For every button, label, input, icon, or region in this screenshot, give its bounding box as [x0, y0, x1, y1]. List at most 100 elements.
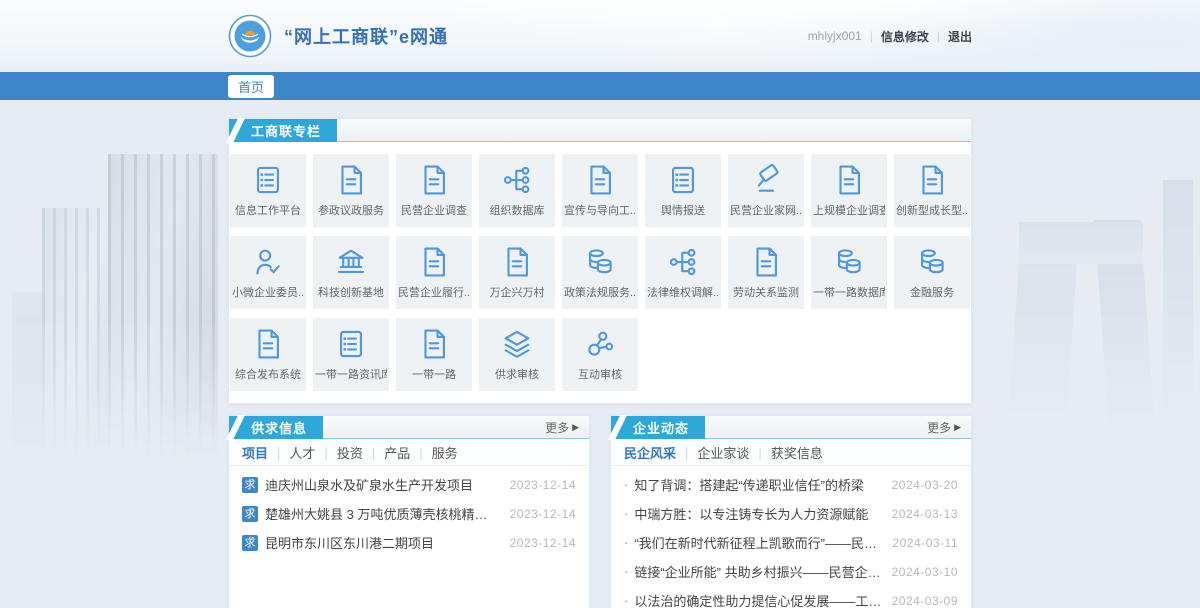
- app-card[interactable]: 民营企业履行...: [396, 236, 472, 309]
- list-item-date: 2024-03-10: [892, 565, 958, 579]
- app-card-label: 民营企业家网...: [730, 202, 802, 218]
- app-card[interactable]: 金融服务: [894, 236, 970, 309]
- panel-title-tab: 工商联专栏: [229, 119, 337, 142]
- arrow-right-icon: ▶: [572, 422, 579, 433]
- orgchart-icon: [500, 163, 534, 197]
- app-card[interactable]: 信息工作平台: [230, 154, 306, 227]
- panel-header: 供求信息 更多 ▶: [229, 416, 589, 439]
- app-card-label: 小微企业委员...: [232, 284, 304, 300]
- app-card[interactable]: 一带一路资讯库: [313, 318, 389, 391]
- app-card-label: 万企兴万村: [490, 284, 545, 300]
- bank-icon: [334, 245, 368, 279]
- app-card[interactable]: 一带一路: [396, 318, 472, 391]
- app-card[interactable]: 民营企业调查: [396, 154, 472, 227]
- more-label: 更多: [927, 419, 951, 436]
- gavel-icon: [749, 163, 783, 197]
- document-icon: [500, 245, 534, 279]
- panel-title-tab: 供求信息: [229, 416, 323, 439]
- app-card-label: 组织数据库: [490, 202, 545, 218]
- panel-title-tab: 企业动态: [611, 416, 705, 439]
- news-more-link[interactable]: 更多 ▶: [927, 419, 971, 436]
- app-card-label: 参政议政服务: [318, 202, 384, 218]
- list-document-icon: [666, 163, 700, 197]
- supply-tab-4[interactable]: 服务: [432, 443, 458, 462]
- app-card[interactable]: 法律维权调解...: [645, 236, 721, 309]
- background-skyline-image: [985, 180, 1200, 480]
- bullet-dot: ·: [624, 593, 628, 608]
- app-card[interactable]: 组织数据库: [479, 154, 555, 227]
- demand-badge: 求: [242, 535, 258, 551]
- app-card-label: 一带一路资讯库: [315, 366, 387, 382]
- supply-tab-0[interactable]: 项目: [242, 443, 268, 462]
- app-card[interactable]: 民营企业家网...: [728, 154, 804, 227]
- bullet-dot: ·: [624, 477, 628, 492]
- document-icon: [334, 163, 368, 197]
- app-card[interactable]: 参政议政服务: [313, 154, 389, 227]
- app-card[interactable]: 万企兴万村: [479, 236, 555, 309]
- profile-edit-link[interactable]: 信息修改: [881, 28, 929, 45]
- document-icon: [832, 163, 866, 197]
- site-title: “网上工商联”e网通: [284, 23, 448, 49]
- document-icon: [417, 245, 451, 279]
- list-item-date: 2023-12-14: [510, 536, 576, 550]
- supply-demand-panel: 供求信息 更多 ▶ 项目|人才|投资|产品|服务 求 迪庆州山泉水及矿泉水生产开…: [228, 415, 590, 608]
- app-card[interactable]: 上规模企业调查: [811, 154, 887, 227]
- logged-in-username: mhlyjx001: [808, 29, 862, 43]
- news-tab-2[interactable]: 获奖信息: [771, 443, 823, 462]
- app-card[interactable]: 舆情报送: [645, 154, 721, 227]
- main-navbar: 首页: [0, 72, 1200, 100]
- news-tabs: 民企风采 | 企业家谈 | 获奖信息: [611, 439, 971, 466]
- list-item-title: 链接“企业所能” 共助乡村振兴——民营企业...: [634, 562, 881, 581]
- supply-tab-3[interactable]: 产品: [384, 443, 410, 462]
- supply-list-item[interactable]: 求 楚雄州大姚县 3 万吨优质薄壳核桃精深加工及科... 2023-12-14: [229, 499, 589, 528]
- news-list-item[interactable]: · 知了背调：搭建起“传递职业信任”的桥梁 2024-03-20: [611, 470, 971, 499]
- panel-header: 工商联专栏: [229, 119, 971, 142]
- list-item-title: 楚雄州大姚县 3 万吨优质薄壳核桃精深加工及科...: [265, 504, 500, 523]
- app-card[interactable]: 综合发布系统: [230, 318, 306, 391]
- supply-tabs: 项目|人才|投资|产品|服务: [229, 439, 589, 466]
- news-list-item[interactable]: · 以法治的确定性助力提信心促发展——工商联... 2024-03-09: [611, 586, 971, 608]
- list-document-icon: [334, 327, 368, 361]
- app-card[interactable]: 劳动关系监测: [728, 236, 804, 309]
- tab-divider: |: [419, 445, 422, 460]
- supply-list-item[interactable]: 求 昆明市东川区东川港二期项目 2023-12-14: [229, 528, 589, 557]
- news-tab-1[interactable]: 企业家谈: [697, 443, 749, 462]
- app-card-label: 法律维权调解...: [647, 284, 719, 300]
- supply-tab-1[interactable]: 人才: [289, 443, 315, 462]
- nav-home-button[interactable]: 首页: [228, 75, 274, 98]
- app-card[interactable]: 供求审核: [479, 318, 555, 391]
- app-card[interactable]: 一带一路数据库: [811, 236, 887, 309]
- bullet-dot: ·: [624, 564, 628, 579]
- list-item-date: 2024-03-20: [892, 478, 958, 492]
- app-card-label: 政策法规服务...: [564, 284, 636, 300]
- supply-tab-2[interactable]: 投资: [337, 443, 363, 462]
- logout-link[interactable]: 退出: [948, 28, 972, 45]
- tab-divider: |: [685, 445, 688, 460]
- app-card-label: 供求审核: [495, 366, 539, 382]
- document-icon: [417, 163, 451, 197]
- app-card-label: 互动审核: [578, 366, 622, 382]
- supply-list-item[interactable]: 求 迪庆州山泉水及矿泉水生产开发项目 2023-12-14: [229, 470, 589, 499]
- app-card[interactable]: 政策法规服务...: [562, 236, 638, 309]
- app-card[interactable]: 互动审核: [562, 318, 638, 391]
- supply-more-link[interactable]: 更多 ▶: [545, 419, 589, 436]
- list-item-title: 以法治的确定性助力提信心促发展——工商联...: [634, 591, 881, 608]
- news-list: · 知了背调：搭建起“传递职业信任”的桥梁 2024-03-20 · 中瑞方胜：…: [611, 466, 971, 608]
- bullet-dot: ·: [624, 506, 628, 521]
- list-item-title: 迪庆州山泉水及矿泉水生产开发项目: [265, 475, 500, 494]
- app-card[interactable]: 小微企业委员...: [230, 236, 306, 309]
- app-card[interactable]: 宣传与导向工...: [562, 154, 638, 227]
- database-icon: [583, 245, 617, 279]
- news-tab-0[interactable]: 民企风采: [624, 443, 676, 462]
- news-list-item[interactable]: · 中瑞方胜：以专注铸专长为人力资源赋能 2024-03-13: [611, 499, 971, 528]
- site-header: “网上工商联”e网通 mhlyjx001 | 信息修改 | 退出: [0, 0, 1200, 72]
- document-icon: [583, 163, 617, 197]
- enterprise-news-panel: 企业动态 更多 ▶ 民企风采 | 企业家谈 | 获奖信息 · 知了背调：搭建起“传递职业…: [610, 415, 972, 608]
- app-card[interactable]: 创新型成长型...: [894, 154, 970, 227]
- app-card[interactable]: 科技创新基地: [313, 236, 389, 309]
- app-card-label: 一带一路数据库: [813, 284, 885, 300]
- news-list-item[interactable]: · 链接“企业所能” 共助乡村振兴——民营企业... 2024-03-10: [611, 557, 971, 586]
- news-list-item[interactable]: · “我们在新时代新征程上凯歌而行”——民营... 2024-03-11: [611, 528, 971, 557]
- tab-divider: |: [758, 445, 761, 460]
- tab-divider: |: [324, 445, 327, 460]
